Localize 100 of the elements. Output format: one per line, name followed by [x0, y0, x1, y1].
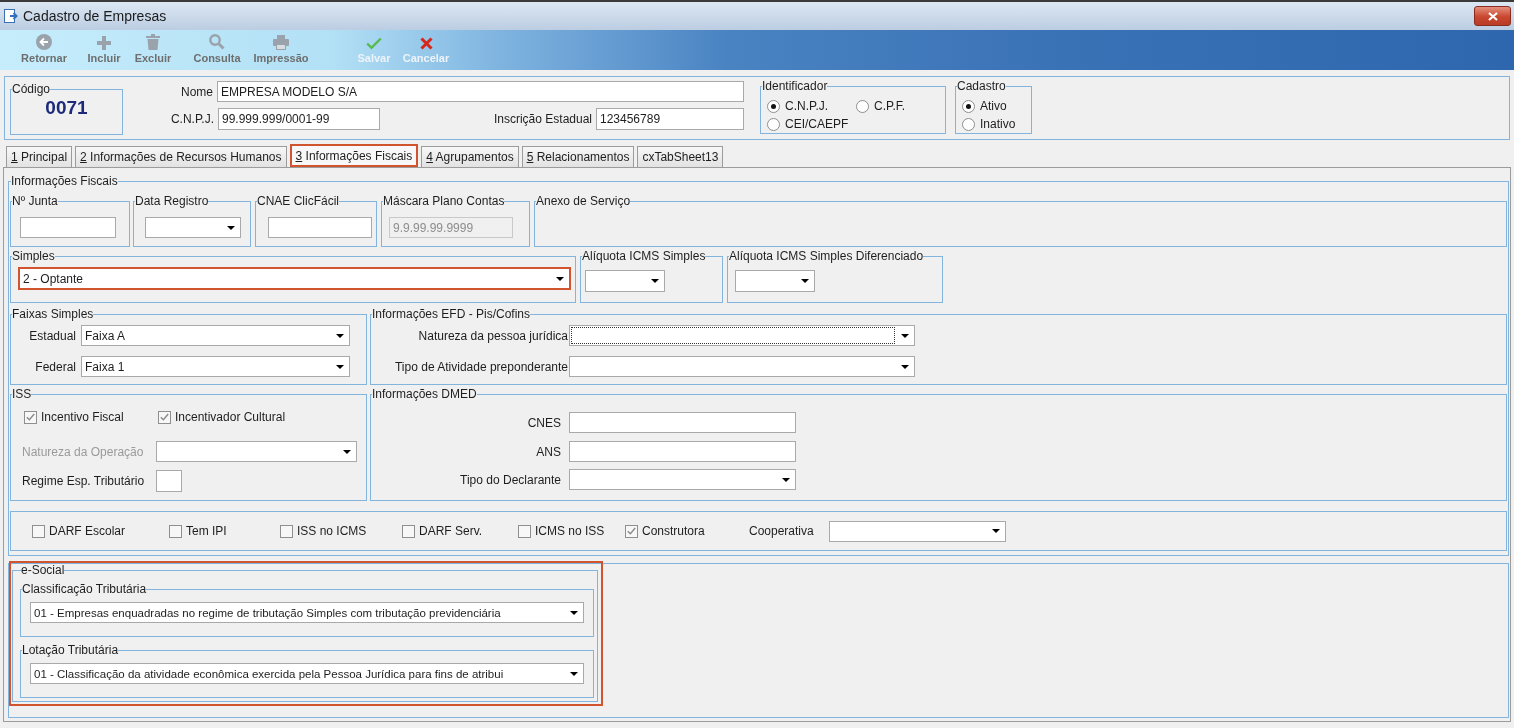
checkbox[interactable]	[169, 524, 182, 538]
caret-icon	[901, 333, 909, 338]
group-title: Anexo de Serviço	[536, 194, 631, 208]
field-label: Federal	[35, 359, 76, 374]
group-title: Alíquota ICMS Simples	[582, 249, 706, 263]
field-label: Tipo do Declarante	[460, 472, 561, 487]
checkbox[interactable]	[402, 524, 415, 538]
text-field[interactable]	[156, 470, 182, 492]
group-title: Máscara Plano Contas	[383, 194, 505, 208]
tab[interactable]: 3 Informações Fiscais	[289, 144, 419, 167]
field-label: Inscrição Estadual	[493, 112, 592, 126]
group-title: Data Registro	[135, 194, 209, 208]
window-title: Cadastro de Empresas	[23, 6, 167, 26]
close-button[interactable]	[1474, 6, 1511, 26]
code-value: 0071	[45, 97, 88, 119]
checkmark-icon	[366, 37, 382, 50]
field-label: ANS	[536, 444, 561, 459]
caret-icon	[570, 671, 578, 676]
checkbox[interactable]	[518, 524, 531, 538]
caret-icon	[570, 610, 578, 615]
checkbox[interactable]	[280, 524, 293, 538]
text-field[interactable]	[569, 441, 796, 462]
group-title: Nº Junta	[12, 194, 58, 208]
checkbox-label: ISS no ICMS	[297, 524, 367, 538]
field-label: CNES	[527, 415, 561, 430]
checkbox-label: Incentivo Fiscal	[41, 410, 124, 424]
checkbox[interactable]	[625, 524, 638, 538]
group-title: Informações DMED	[372, 387, 477, 401]
radio-label: C.N.P.J.	[785, 100, 829, 113]
search-icon	[209, 34, 225, 50]
field-label: Regime Esp. Tributário	[22, 474, 145, 488]
radio-button[interactable]	[962, 118, 975, 131]
close-icon	[1487, 11, 1498, 21]
radio-label: Inativo	[980, 118, 1016, 131]
group-title: Classificação Tributária	[22, 582, 147, 596]
checkbox-label: ICMS no ISS	[535, 524, 605, 538]
text-field[interactable]	[20, 217, 116, 238]
group-title: ISS	[12, 387, 32, 401]
group-title: Lotação Tributária	[22, 643, 119, 657]
field-label: C.N.P.J.	[170, 112, 214, 126]
group-title: Código	[12, 82, 51, 96]
text-field[interactable]: 123456789	[596, 108, 744, 130]
checkbox[interactable]	[158, 410, 171, 424]
checkbox-label: Tem IPI	[186, 524, 227, 538]
checkbox[interactable]	[32, 524, 45, 538]
text-field[interactable]	[569, 412, 796, 433]
tab[interactable]: 5 Relacionamentos	[521, 146, 635, 167]
group-title: Simples	[12, 249, 55, 263]
radio-button[interactable]	[767, 100, 780, 113]
tab[interactable]: 4 Agrupamentos	[421, 146, 519, 167]
radio-label: Ativo	[980, 100, 1007, 113]
group-title: CNAE ClicFácil	[257, 194, 339, 208]
group-title: Faixas Simples	[12, 307, 94, 321]
field-label: Cooperativa	[749, 524, 814, 538]
caret-icon	[651, 279, 659, 283]
tab[interactable]: cxTabSheet13	[637, 146, 724, 167]
caret-icon	[343, 449, 351, 454]
group-title: Cadastro	[957, 79, 1006, 93]
checkbox-label: Construtora	[642, 524, 705, 538]
plus-icon	[97, 36, 111, 50]
dropdown[interactable]: 01 - Classificação da atividade econômica exercida pela Pessoa Jurídica para fins de atribui	[30, 663, 584, 684]
dropdown[interactable]: 01 - Empresas enquadradas no regime de tributação Simples com tributação previdenciária	[30, 602, 584, 623]
printer-icon	[273, 35, 289, 50]
left-arrow-circle-icon	[36, 34, 52, 50]
text-field[interactable]	[268, 217, 372, 238]
text-field[interactable]: EMPRESA MODELO S/A	[217, 81, 744, 102]
checkbox-label: Incentivador Cultural	[175, 410, 286, 424]
x-mark-icon	[419, 37, 433, 50]
group-title: Informações Fiscais	[11, 174, 118, 188]
document-icon	[3, 8, 19, 24]
radio-button[interactable]	[856, 100, 869, 113]
dropdown[interactable]	[569, 325, 915, 346]
radio-button[interactable]	[962, 100, 975, 113]
caret-icon	[227, 225, 235, 230]
dropdown[interactable]: Faixa 1	[81, 356, 350, 377]
group-title: Alíquota ICMS Simples Diferenciado	[729, 249, 924, 263]
group-title: e-Social	[21, 563, 65, 577]
dropdown[interactable]: Faixa A	[81, 325, 350, 346]
caret-icon	[992, 529, 1000, 533]
caret-icon	[901, 364, 909, 369]
checkbox-label: DARF Serv.	[419, 524, 483, 538]
radio-label: C.P.F.	[874, 100, 906, 113]
field-label: Natureza da Operação	[22, 444, 144, 459]
trash-icon	[146, 34, 160, 50]
text-field[interactable]: 99.999.999/0001-99	[218, 108, 380, 130]
field-label: Tipo de Atividade preponderante	[395, 359, 568, 374]
group-title: Identificador	[762, 79, 828, 93]
caret-icon	[336, 364, 344, 369]
group-title: Informações EFD - Pis/Cofins	[372, 307, 531, 321]
caret-icon	[801, 279, 809, 283]
radio-button[interactable]	[767, 118, 780, 131]
tab[interactable]: 1 Principal	[6, 146, 73, 167]
dropdown[interactable]: 2 - Optante	[18, 267, 571, 290]
tab[interactable]: 2 Informações de Recursos Humanos	[75, 146, 287, 167]
caret-icon	[336, 333, 344, 338]
field-label: Estadual	[29, 328, 76, 343]
checkbox-label: DARF Escolar	[49, 524, 125, 538]
caret-icon	[556, 276, 564, 281]
caret-icon	[782, 477, 790, 482]
checkbox[interactable]	[24, 410, 37, 424]
